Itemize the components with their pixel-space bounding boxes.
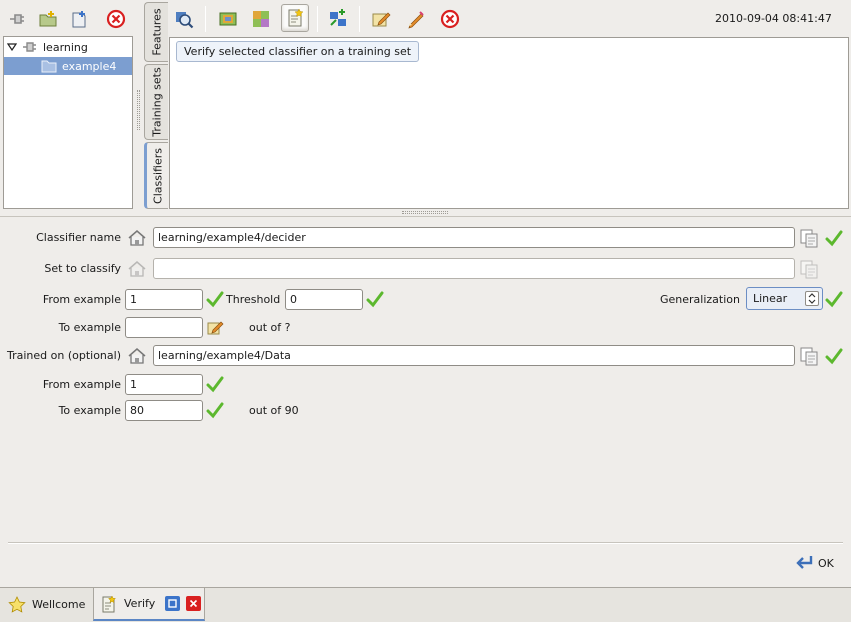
classifier-name-label: Classifier name [36, 231, 121, 244]
tab-verify[interactable]: Verify [93, 588, 205, 621]
ok-button[interactable]: OK [795, 552, 841, 574]
divider [8, 542, 843, 544]
verify-icon[interactable] [281, 4, 309, 32]
import-icon[interactable] [325, 6, 351, 32]
tab-classifiers[interactable]: Classifiers [144, 142, 168, 209]
trained-to-label: To example [58, 404, 121, 417]
project-tree[interactable]: learning example4 [3, 36, 133, 209]
out-of-label: out of ? [249, 321, 291, 334]
tab-label: Features [150, 8, 163, 56]
edit-icon[interactable] [204, 316, 226, 338]
classifier-list[interactable] [169, 37, 849, 209]
folder-icon [41, 59, 57, 73]
trained-on-label: Trained on (optional) [6, 349, 121, 362]
new-folder-icon[interactable] [35, 6, 61, 32]
to-example-label: To example [58, 321, 121, 334]
enter-icon [795, 554, 815, 572]
edit-icon[interactable] [368, 6, 394, 32]
home-icon[interactable] [126, 258, 148, 280]
toolbar-separator [359, 6, 360, 32]
generalization-label: Generalization [660, 293, 740, 306]
check-icon [364, 288, 386, 310]
delete-icon[interactable] [103, 6, 129, 32]
disconnect-icon[interactable] [4, 6, 30, 32]
trained-out-of-label: out of 90 [249, 404, 299, 417]
home-icon[interactable] [126, 227, 148, 249]
check-icon [204, 399, 226, 421]
set-to-classify-field[interactable] [153, 258, 795, 279]
classifier-name-field[interactable]: learning/example4/decider [153, 227, 795, 248]
maximize-icon[interactable] [165, 596, 181, 611]
toolbar-separator [205, 6, 206, 32]
tab-welcome[interactable]: Wellcome [2, 588, 90, 621]
tree-item-label: example4 [62, 59, 117, 73]
tab-training-sets[interactable]: Training sets [144, 64, 168, 140]
check-icon [823, 345, 845, 367]
spinner-icon [805, 291, 819, 306]
check-icon [204, 373, 226, 395]
check-icon [823, 227, 845, 249]
verify-doc-icon [100, 594, 118, 613]
from-example-label: From example [42, 293, 121, 306]
splitter-handle[interactable] [402, 211, 448, 214]
train-icon[interactable] [215, 6, 241, 32]
home-icon[interactable] [126, 345, 148, 367]
tree-item-learning[interactable]: learning [4, 38, 132, 56]
plug-icon [20, 41, 40, 53]
generalization-value: Linear [753, 292, 788, 305]
pencil-icon[interactable] [403, 6, 429, 32]
delete-icon[interactable] [437, 6, 463, 32]
splitter-handle[interactable] [137, 90, 140, 130]
threshold-label: Threshold [226, 293, 281, 306]
generalization-select[interactable]: Linear [746, 287, 823, 310]
check-icon [823, 288, 845, 310]
trained-from-field[interactable]: 1 [125, 374, 203, 395]
check-icon [204, 288, 226, 310]
browse-icon[interactable] [798, 345, 820, 367]
timestamp: 2010-09-04 08:41:47 [715, 12, 832, 25]
tab-features[interactable]: Features [144, 2, 168, 62]
to-example-field[interactable] [125, 317, 203, 338]
new-file-icon[interactable] [66, 6, 92, 32]
tree-item-label: learning [43, 40, 88, 54]
browse-icon[interactable] [798, 227, 820, 249]
classify-icon[interactable] [248, 6, 274, 32]
threshold-field[interactable]: 0 [285, 289, 363, 310]
search-classifier-icon[interactable] [171, 6, 197, 32]
tooltip: Verify selected classifier on a training… [176, 41, 420, 62]
trained-to-field[interactable]: 80 [125, 400, 203, 421]
tab-label: Classifiers [151, 147, 164, 204]
chevron-down-icon[interactable] [4, 43, 20, 51]
tree-item-example4[interactable]: example4 [4, 57, 132, 75]
from-example-field[interactable]: 1 [125, 289, 203, 310]
browse-icon[interactable] [798, 258, 820, 280]
tab-label: Verify [124, 597, 156, 610]
tab-label: Wellcome [32, 598, 86, 611]
star-icon [8, 595, 26, 614]
tab-label: Training sets [150, 67, 163, 137]
ok-label: OK [818, 556, 834, 570]
set-to-classify-label: Set to classify [44, 262, 121, 275]
trained-on-field[interactable]: learning/example4/Data [153, 345, 795, 366]
trained-from-label: From example [42, 378, 121, 391]
close-icon[interactable] [186, 596, 202, 611]
toolbar-separator [317, 6, 318, 32]
